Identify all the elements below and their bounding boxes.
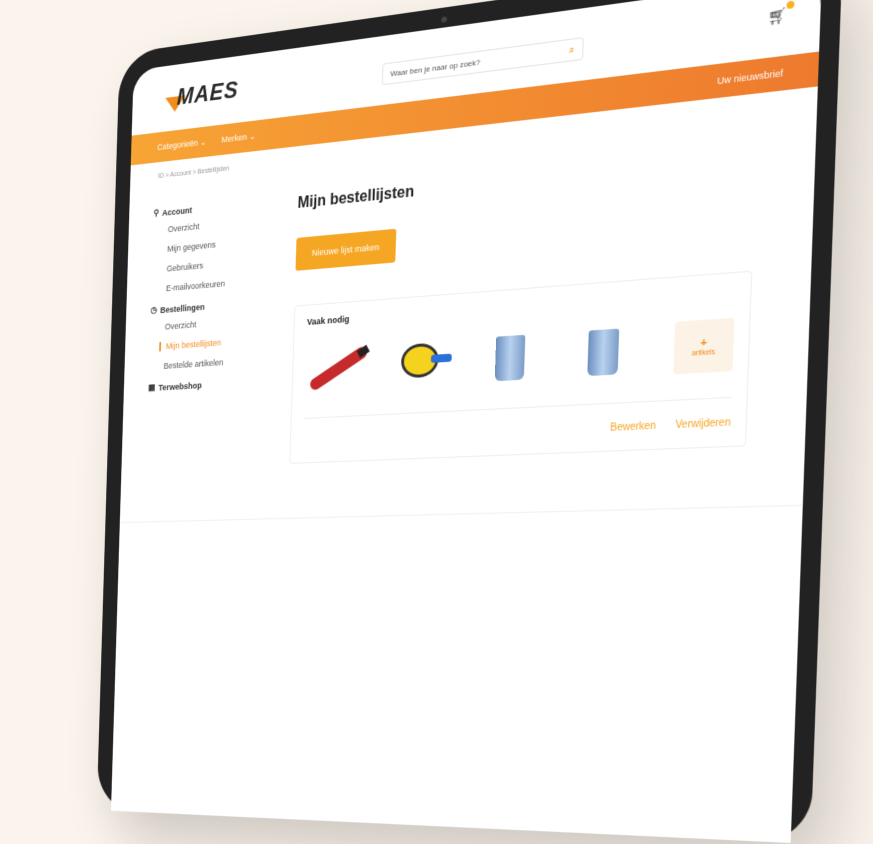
sidebar-item-orders-overview[interactable]: Overzicht (165, 314, 268, 332)
order-list-card: Vaak nodig + artikels Bewerken Verwijder… (289, 270, 753, 464)
sidebar: ⚲ Account Overzicht Mijn gegevens Gebrui… (146, 185, 272, 470)
sidebar-section-webshop[interactable]: ▦ Terwebshop (148, 376, 266, 393)
camera-icon (441, 16, 447, 23)
main-content: Mijn bestellijsten Nieuwe lijst maken Va… (263, 130, 783, 465)
sidebar-section-label: Bestellingen (160, 301, 205, 315)
more-articles-count: + (700, 336, 708, 350)
tape-measure-hook (430, 353, 452, 363)
edit-list-link[interactable]: Bewerken (610, 420, 656, 433)
product-thumbnail-cup[interactable] (477, 327, 547, 388)
nav-categories[interactable]: Categorieën ⌄ (157, 136, 206, 152)
search-placeholder: Waar ben je naar op zoek? (390, 57, 481, 79)
screen: MAES Waar ben je naar op zoek? ⌕ 🛒︎ Cate… (110, 0, 822, 843)
user-icon: ⚲ (153, 207, 160, 218)
sidebar-section-orders[interactable]: ◷ Bestellingen (150, 296, 268, 316)
cart-icon[interactable]: 🛒︎ (768, 6, 788, 27)
sidebar-item-my-order-lists[interactable]: Mijn bestellijsten (159, 334, 268, 352)
nav-newsletter[interactable]: Uw nieuwsbrief (717, 68, 783, 87)
sidebar-item-ordered-articles[interactable]: Bestelde artikelen (163, 355, 266, 370)
store-icon: ▦ (148, 382, 156, 393)
nav-brands[interactable]: Merken ⌄ (221, 130, 256, 145)
search-input[interactable]: Waar ben je naar op zoek? ⌕ (381, 37, 584, 86)
delete-list-link[interactable]: Verwijderen (675, 417, 731, 431)
logo[interactable]: MAES (164, 76, 239, 113)
sidebar-section-label: Account (162, 204, 193, 218)
product-thumbnail-cup[interactable] (569, 321, 642, 383)
clock-icon: ◷ (150, 304, 158, 315)
tablet-device: MAES Waar ben je naar op zoek? ⌕ 🛒︎ Cate… (96, 0, 843, 844)
cup-image (494, 334, 526, 382)
section-divider (119, 504, 803, 524)
sidebar-item-my-details[interactable]: Mijn gegevens (167, 235, 270, 254)
sidebar-item-overview[interactable]: Overzicht (168, 214, 271, 235)
card-actions: Bewerken Verwijderen (303, 396, 732, 447)
cup-image (587, 328, 620, 377)
product-thumbnail-cutter[interactable] (305, 339, 370, 397)
search-icon[interactable]: ⌕ (568, 39, 575, 62)
sidebar-item-users[interactable]: Gebruikers (167, 255, 270, 274)
sidebar-section-label: Terwebshop (158, 380, 203, 393)
more-articles-button[interactable]: + artikels (673, 317, 735, 375)
product-thumbnail-tape-measure[interactable] (389, 333, 456, 393)
more-articles-label: artikels (691, 348, 716, 358)
cart-badge (786, 0, 795, 10)
new-list-button[interactable]: Nieuwe lijst maken (295, 228, 397, 271)
sidebar-item-email-preferences[interactable]: E-mailvoorkeuren (166, 275, 269, 293)
logo-text: MAES (176, 76, 239, 111)
